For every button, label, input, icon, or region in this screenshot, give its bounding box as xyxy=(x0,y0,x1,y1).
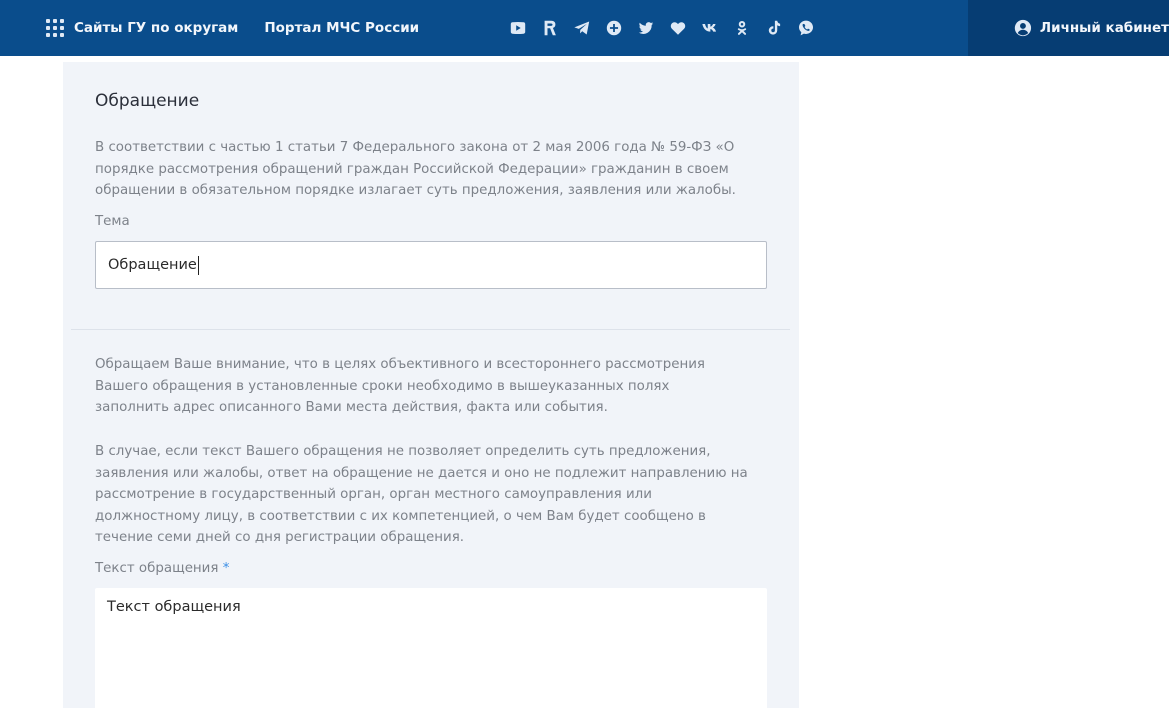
rejection-notice: В случае, если текст Вашего обращения не… xyxy=(95,441,748,549)
appeal-form-panel: Обращение В соответствии с частью 1 стат… xyxy=(63,62,799,708)
personal-account-label: Личный кабинет xyxy=(1039,20,1169,36)
rejection-notice-line: рассмотрение в государственный орган, ор… xyxy=(95,487,652,503)
youtube-icon[interactable] xyxy=(508,18,528,38)
required-mark: * xyxy=(222,561,230,576)
rutube-icon[interactable] xyxy=(540,18,560,38)
header-left-group: Сайты ГУ по округам Портал МЧС России xyxy=(0,0,419,56)
top-navigation-bar: Сайты ГУ по округам Портал МЧС России Ли… xyxy=(0,0,1169,56)
ok-share-icon[interactable] xyxy=(604,18,624,38)
appeal-text-placeholder: Текст обращения xyxy=(107,599,241,615)
regions-sites-link[interactable]: Сайты ГУ по округам xyxy=(74,20,238,36)
portal-link[interactable]: Портал МЧС России xyxy=(264,20,419,36)
law-notice: В соответствии с частью 1 статьи 7 Федер… xyxy=(95,137,736,202)
appeal-text-label: Текст обращения * xyxy=(95,561,229,576)
text-caret xyxy=(197,255,199,275)
rejection-notice-line: В случае, если текст Вашего обращения не… xyxy=(95,444,711,459)
address-notice-line: заполнить адрес описанного Вами места де… xyxy=(95,400,608,416)
apps-grid-icon[interactable] xyxy=(46,19,64,37)
address-notice-line: Обращаем Ваше внимание, что в целях объе… xyxy=(95,357,705,372)
personal-account-button[interactable]: Личный кабинет xyxy=(968,0,1169,56)
telegram-icon[interactable] xyxy=(572,18,592,38)
tiktok-icon[interactable] xyxy=(764,18,784,38)
form-title: Обращение xyxy=(95,91,200,111)
odnoklassniki-icon[interactable] xyxy=(732,18,752,38)
user-avatar-icon xyxy=(1014,19,1032,37)
appeal-text-area[interactable]: Текст обращения xyxy=(95,588,767,708)
rejection-notice-line: течение семи дней со дня регистрации обр… xyxy=(95,530,465,546)
address-notice: Обращаем Ваше внимание, что в целях объе… xyxy=(95,354,705,419)
law-notice-line: В соответствии с частью 1 статьи 7 Федер… xyxy=(95,140,735,155)
heart-icon[interactable] xyxy=(668,18,688,38)
rejection-notice-line: заявления или жалобы, ответ на обращение… xyxy=(95,465,748,481)
twitter-icon[interactable] xyxy=(636,18,656,38)
section-divider xyxy=(71,329,790,330)
topic-input-value: Обращение xyxy=(108,257,197,273)
viber-icon[interactable] xyxy=(796,18,816,38)
topic-input[interactable]: Обращение xyxy=(95,241,767,289)
topic-label: Тема xyxy=(95,214,130,229)
vk-icon[interactable] xyxy=(700,18,720,38)
rejection-notice-line: должностному лицу, в соответствии с их к… xyxy=(95,508,706,524)
appeal-text-label-text: Текст обращения xyxy=(95,561,219,576)
social-links xyxy=(508,18,828,38)
law-notice-line: порядке рассмотрения обращений граждан Р… xyxy=(95,161,729,177)
address-notice-line: Вашего обращения в установленные сроки н… xyxy=(95,378,670,394)
law-notice-line: обращении в обязательном порядке излагае… xyxy=(95,183,736,199)
